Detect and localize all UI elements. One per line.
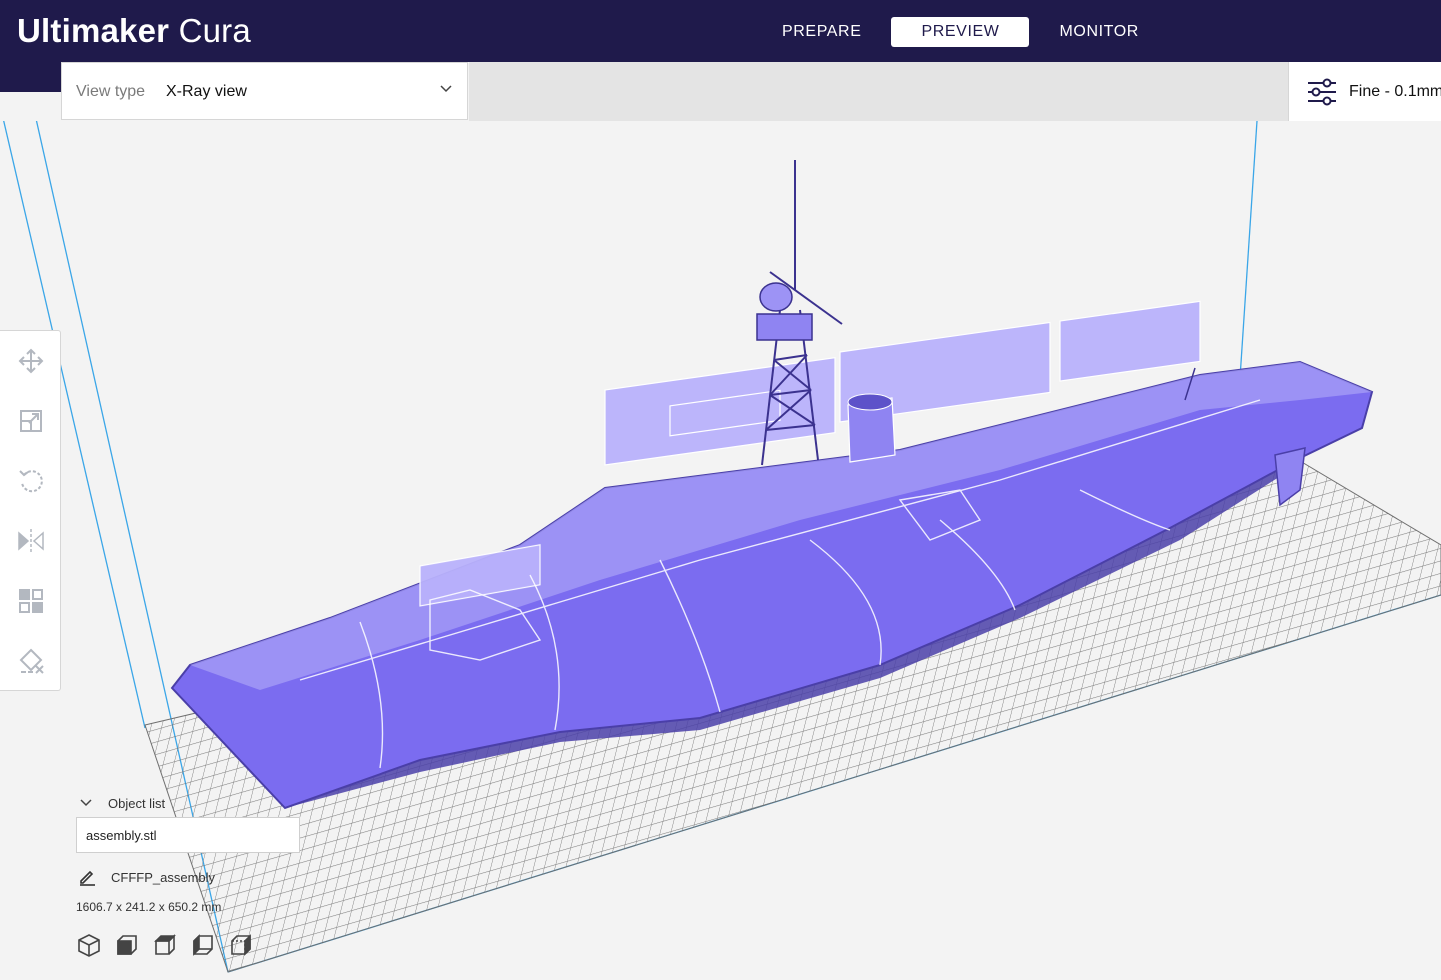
scale-icon (20, 410, 42, 432)
tool-panel (0, 330, 61, 691)
object-list-title: Object list (108, 796, 166, 811)
top-view-icon[interactable] (152, 932, 178, 958)
tab-preview[interactable]: PREVIEW (891, 17, 1030, 47)
logo-brand: Ultimaker (17, 12, 170, 49)
3d-view-icon[interactable] (76, 932, 102, 958)
per-model-settings-icon (19, 589, 43, 613)
mirror-icon (18, 529, 44, 553)
front-view-icon[interactable] (114, 932, 140, 958)
print-setup-selector[interactable]: Fine - 0.1mm (1288, 62, 1441, 121)
chevron-down-icon (79, 796, 93, 814)
view-type-dropdown[interactable]: View type X-Ray view (61, 62, 468, 120)
view-type-label: View type (76, 83, 146, 100)
mirror-tool-button[interactable] (16, 526, 46, 556)
rotate-tool-button[interactable] (16, 466, 46, 496)
app-logo: Ultimaker Cura (17, 12, 251, 50)
viewport-toolbar-strip (469, 62, 1288, 121)
tab-prepare[interactable]: PREPARE (752, 17, 891, 47)
job-name-row: CFFFP_assembly (76, 868, 316, 888)
camera-view-buttons (76, 932, 254, 958)
logo-product: Cura (178, 12, 251, 49)
object-list-item[interactable]: assembly.stl (86, 828, 157, 843)
stage-tabs: PREPARE PREVIEW MONITOR (752, 17, 1169, 47)
print-profile-label: Fine - 0.1mm (1349, 83, 1441, 100)
chevron-down-icon (439, 81, 453, 100)
settings-sliders-icon (1307, 77, 1337, 112)
header-extension (0, 62, 62, 92)
tab-monitor[interactable]: MONITOR (1029, 17, 1168, 47)
support-blocker-icon (19, 648, 44, 674)
object-list-box: assembly.stl (76, 817, 300, 853)
left-view-icon[interactable] (190, 932, 216, 958)
scale-tool-button[interactable] (16, 406, 46, 436)
app-header: Ultimaker Cura PREPARE PREVIEW MONITOR (0, 0, 1441, 62)
rotate-icon (19, 470, 43, 493)
support-blocker-tool-button[interactable] (16, 646, 46, 676)
per-model-settings-tool-button[interactable] (16, 586, 46, 616)
job-name[interactable]: CFFFP_assembly (111, 870, 215, 885)
model-dimensions: 1606.7 x 241.2 x 650.2 mm (76, 900, 222, 914)
move-icon (18, 348, 44, 374)
pencil-icon[interactable] (78, 868, 96, 891)
move-tool-button[interactable] (16, 346, 46, 376)
right-view-icon[interactable] (228, 932, 254, 958)
view-type-value: X-Ray view (166, 83, 247, 100)
